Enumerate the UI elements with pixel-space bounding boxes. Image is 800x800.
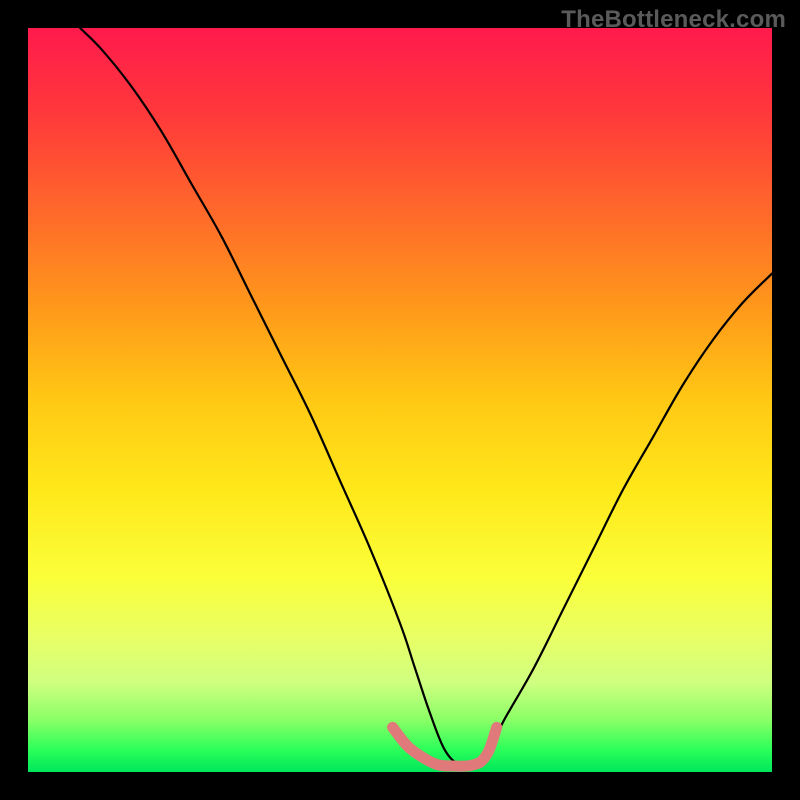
optimal-zone [393,727,497,766]
plot-area [28,28,772,772]
bottleneck-curve [80,28,772,767]
chart-svg [28,28,772,772]
chart-container: TheBottleneck.com [0,0,800,800]
watermark-text: TheBottleneck.com [561,6,786,34]
